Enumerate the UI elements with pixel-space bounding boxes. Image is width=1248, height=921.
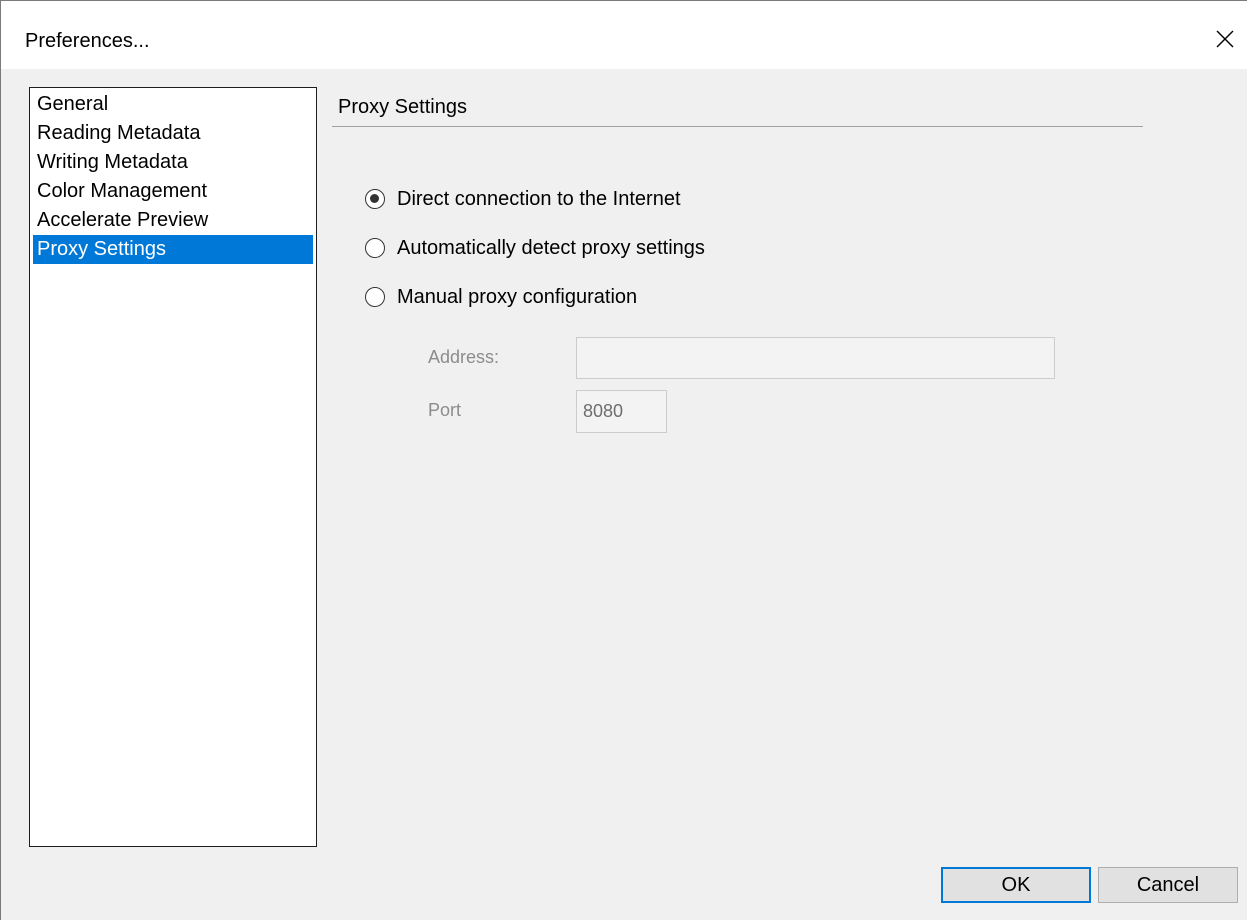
nav-item-accelerate-preview[interactable]: Accelerate Preview bbox=[33, 206, 313, 235]
nav-item-proxy-settings[interactable]: Proxy Settings bbox=[33, 235, 313, 264]
address-input[interactable] bbox=[576, 337, 1055, 379]
radio-label-manual: Manual proxy configuration bbox=[397, 285, 638, 308]
title-bar: Preferences... bbox=[1, 1, 1248, 69]
section-title: Proxy Settings bbox=[338, 96, 467, 118]
preferences-category-list[interactable]: General Reading Metadata Writing Metadat… bbox=[29, 87, 317, 847]
radio-button-checked[interactable] bbox=[365, 189, 385, 209]
nav-item-color-management[interactable]: Color Management bbox=[33, 177, 313, 206]
radio-direct-connection[interactable]: Direct connection to the Internet bbox=[365, 184, 681, 214]
radio-button[interactable] bbox=[365, 238, 385, 258]
preferences-dialog: Preferences... General Reading Metadata … bbox=[0, 0, 1248, 920]
cancel-button[interactable]: Cancel bbox=[1098, 867, 1238, 903]
ok-button[interactable]: OK bbox=[941, 867, 1091, 903]
port-label: Port bbox=[428, 400, 462, 420]
nav-item-writing-metadata[interactable]: Writing Metadata bbox=[33, 148, 313, 177]
radio-auto-detect[interactable]: Automatically detect proxy settings bbox=[365, 233, 705, 263]
window-title: Preferences... bbox=[25, 30, 150, 52]
section-divider bbox=[332, 126, 1143, 127]
nav-item-general[interactable]: General bbox=[33, 90, 313, 119]
radio-button[interactable] bbox=[365, 287, 385, 307]
radio-label-direct: Direct connection to the Internet bbox=[397, 187, 681, 210]
radio-manual-proxy[interactable]: Manual proxy configuration bbox=[365, 282, 637, 312]
address-label: Address: bbox=[428, 347, 500, 367]
close-icon bbox=[1216, 30, 1234, 48]
close-button[interactable] bbox=[1201, 15, 1248, 63]
radio-label-auto: Automatically detect proxy settings bbox=[397, 236, 705, 259]
nav-item-reading-metadata[interactable]: Reading Metadata bbox=[33, 119, 313, 148]
port-input[interactable]: 8080 bbox=[576, 390, 667, 433]
